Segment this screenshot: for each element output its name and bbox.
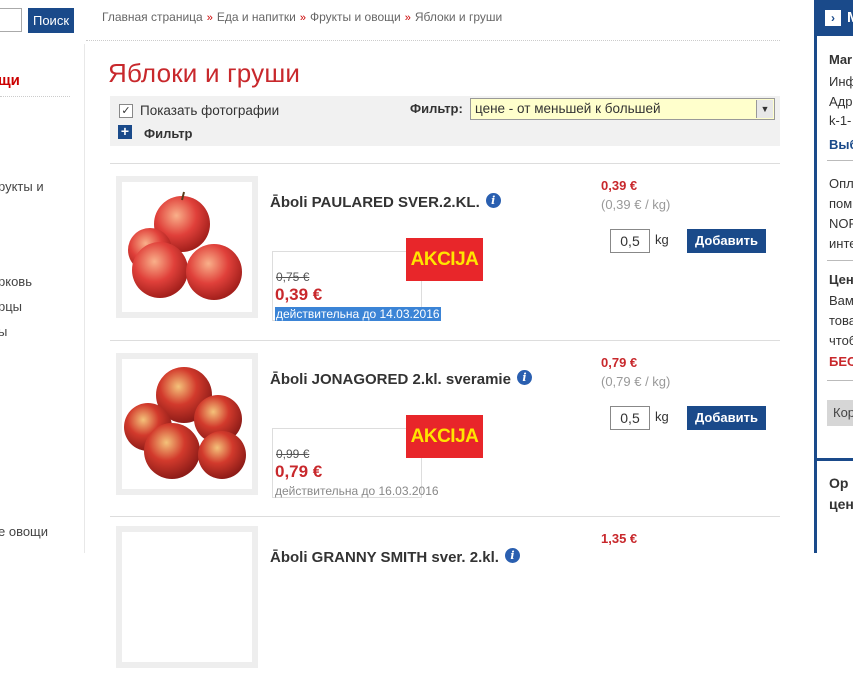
info-icon[interactable]: i bbox=[504, 548, 520, 563]
sidebar-item[interactable]: рцы bbox=[0, 299, 22, 314]
expand-filter-icon[interactable]: + bbox=[118, 124, 132, 139]
panel-divider bbox=[827, 160, 853, 161]
breadcrumb-food-drinks[interactable]: Еда и напитки bbox=[217, 10, 296, 24]
panel-divider bbox=[817, 458, 853, 461]
chevron-down-icon[interactable]: ▼ bbox=[756, 100, 773, 118]
panel-text: NOR bbox=[829, 216, 853, 231]
promo-badge: AKCIJA bbox=[406, 415, 483, 458]
quantity-unit: kg bbox=[655, 409, 669, 424]
info-icon[interactable]: i bbox=[516, 370, 532, 385]
sort-select-value: цене - от меньшей к большей bbox=[475, 101, 661, 116]
sidebar-active-category[interactable]: щи bbox=[0, 72, 20, 89]
sort-select[interactable]: цене - от меньшей к большей ▼ bbox=[470, 98, 775, 120]
promo-price: 0,79 € bbox=[275, 462, 323, 481]
panel-link[interactable]: БЕС bbox=[829, 354, 853, 369]
add-to-cart-button[interactable]: Добавить bbox=[687, 406, 766, 430]
info-icon[interactable]: i bbox=[485, 193, 501, 208]
panel-text: Mar bbox=[829, 52, 853, 67]
sort-label: Фильтр: bbox=[410, 101, 463, 116]
panel-text: инте bbox=[829, 236, 853, 251]
cart-panel: › M Mar Инф Адр k-1- Выб Опл пом NOR инт… bbox=[814, 0, 853, 553]
product-card: Āboli JONAGORED 2.kl. sveramie i AKCIJA 0… bbox=[110, 340, 780, 510]
promo-valid-until: действительна до 14.03.2016 bbox=[275, 307, 441, 321]
product-name-text[interactable]: Āboli PAULARED SVER.2.KL. bbox=[270, 194, 480, 211]
price-per-kg: (0,39 € / kg) bbox=[601, 197, 671, 212]
product-image[interactable] bbox=[116, 176, 258, 318]
panel-text: Инф bbox=[829, 74, 853, 89]
product-name-text[interactable]: Āboli JONAGORED 2.kl. sveramie bbox=[270, 371, 511, 388]
sidebar-item[interactable]: е овощи bbox=[0, 524, 48, 539]
category-sidebar: щи рукты и рковь рцы ы е овощи bbox=[0, 0, 84, 553]
breadcrumb-fruits-vegetables[interactable]: Фрукты и овощи bbox=[310, 10, 401, 24]
product-name[interactable]: Āboli PAULARED SVER.2.KL. i bbox=[270, 193, 501, 211]
panel-text: пом bbox=[829, 196, 853, 211]
panel-text: това bbox=[829, 313, 853, 328]
breadcrumb-home[interactable]: Главная страница bbox=[102, 10, 203, 24]
breadcrumb-separator: » bbox=[206, 12, 213, 24]
breadcrumb-separator: » bbox=[299, 12, 306, 24]
panel-text: чтоб bbox=[829, 333, 853, 348]
product-image[interactable] bbox=[116, 526, 258, 668]
panel-link[interactable]: Выб bbox=[829, 137, 853, 152]
red-apples-image bbox=[124, 367, 246, 479]
sidebar-item[interactable]: ы bbox=[0, 324, 7, 339]
sidebar-item[interactable]: рковь bbox=[0, 274, 32, 289]
panel-divider bbox=[827, 260, 853, 261]
unit-price: 0,79 € bbox=[601, 355, 638, 370]
promo-price: 0,39 € bbox=[275, 285, 323, 304]
panel-text: Адр bbox=[829, 94, 853, 109]
cart-panel-title: M bbox=[847, 9, 853, 26]
panel-text: Цен bbox=[829, 272, 853, 287]
product-image[interactable] bbox=[116, 353, 258, 495]
listing-toolbar: ✓ Показать фотографии + Фильтр Фильтр: ц… bbox=[110, 96, 780, 146]
product-name[interactable]: Āboli GRANNY SMITH sver. 2.kl. i bbox=[270, 548, 520, 566]
chevron-right-icon[interactable]: › bbox=[825, 10, 841, 26]
sidebar-border bbox=[84, 44, 85, 553]
panel-text: Опл bbox=[829, 176, 853, 191]
breadcrumb-separator: » bbox=[404, 12, 411, 24]
old-price: 0,99 € bbox=[276, 447, 310, 461]
panel-text: цен bbox=[829, 496, 853, 512]
add-to-cart-button[interactable]: Добавить bbox=[687, 229, 766, 253]
show-photos-checkbox[interactable]: ✓ bbox=[119, 104, 133, 118]
quantity-unit: kg bbox=[655, 232, 669, 247]
unit-price: 1,35 € bbox=[601, 531, 638, 546]
filter-toggle[interactable]: Фильтр bbox=[144, 126, 193, 141]
sidebar-item[interactable]: рукты и bbox=[0, 179, 44, 194]
product-name[interactable]: Āboli JONAGORED 2.kl. sveramie i bbox=[270, 370, 532, 388]
price-per-kg: (0,79 € / kg) bbox=[601, 374, 671, 389]
old-price: 0,75 € bbox=[276, 270, 310, 284]
quantity-input[interactable]: 0,5 bbox=[610, 406, 650, 430]
panel-text: Вам bbox=[829, 293, 853, 308]
product-card: Āboli GRANNY SMITH sver. 2.kl. i 1,35 € bbox=[110, 516, 780, 686]
quantity-input[interactable]: 0,5 bbox=[610, 229, 650, 253]
panel-text: k-1- bbox=[829, 113, 852, 128]
cart-button[interactable]: Кор bbox=[827, 400, 853, 426]
product-name-text[interactable]: Āboli GRANNY SMITH sver. 2.kl. bbox=[270, 549, 499, 566]
promo-valid-until: действительна до 16.03.2016 bbox=[275, 484, 439, 498]
red-apples-image bbox=[128, 191, 242, 300]
header-divider bbox=[86, 40, 780, 41]
page-title: Яблоки и груши bbox=[108, 58, 301, 88]
panel-text: Op bbox=[829, 475, 849, 491]
panel-divider bbox=[827, 380, 853, 381]
show-photos-label[interactable]: Показать фотографии bbox=[140, 103, 279, 118]
breadcrumb: Главная страница» Еда и напитки» Фрукты и … bbox=[102, 10, 502, 24]
product-card: Āboli PAULARED SVER.2.KL. i AKCIJA 0,75 €… bbox=[110, 163, 780, 333]
breadcrumb-current: Яблоки и груши bbox=[414, 10, 503, 24]
sidebar-divider bbox=[0, 96, 70, 97]
unit-price: 0,39 € bbox=[601, 178, 638, 193]
cart-panel-header: › M bbox=[817, 0, 853, 36]
promo-badge: AKCIJA bbox=[406, 238, 483, 281]
